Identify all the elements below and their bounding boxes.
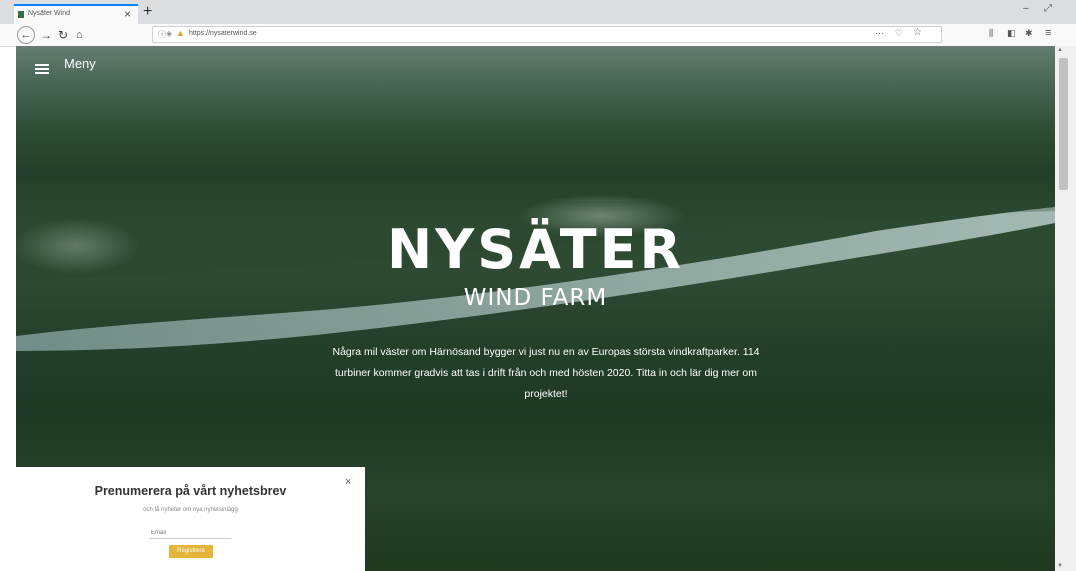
reload-icon[interactable]: ↻ [58, 26, 68, 44]
pocket-icon[interactable]: ♡ [895, 28, 903, 39]
email-input[interactable] [149, 527, 231, 539]
lock-icon[interactable]: ▲ [176, 28, 185, 38]
minimize-icon[interactable]: – [1023, 3, 1029, 14]
browser-tab-bar: Nysäter Wind × + – ⤢ [0, 0, 1076, 24]
logo-subtitle: WIND FARM [463, 285, 608, 311]
maximize-icon[interactable]: ⤢ [1044, 3, 1052, 14]
browser-tab[interactable]: Nysäter Wind × [14, 4, 138, 24]
extension-icon[interactable]: ✱ [1025, 28, 1033, 39]
info-icon[interactable]: ⓘ [158, 29, 166, 40]
url-text[interactable]: https://nysaterwind.se [189, 30, 257, 37]
more-icon[interactable]: ··· [875, 28, 884, 38]
library-icon[interactable]: ⫼ [989, 28, 993, 39]
scroll-down-icon[interactable]: ▼ [1057, 563, 1063, 569]
logo-title: NYSÄTER [386, 218, 685, 281]
forward-arrow-icon[interactable]: → [40, 26, 52, 44]
scrollbar-thumb[interactable] [1059, 58, 1068, 190]
popup-subtitle: och få nyheter om nya nyhetsinlägg [143, 507, 238, 513]
tab-close-icon[interactable]: × [124, 7, 131, 21]
new-tab-button[interactable]: + [143, 0, 152, 24]
tab-title: Nysäter Wind [28, 10, 71, 17]
popup-title: Prenumerera på vårt nyhetsbrev [94, 484, 287, 498]
site-favicon-icon [18, 11, 24, 18]
intro-text: Några mil väster om Härnösand bygger vi … [332, 346, 760, 400]
scroll-up-icon[interactable]: ▲ [1057, 47, 1063, 53]
register-button[interactable]: Registrera [169, 545, 213, 558]
browser-nav-bar: ← → ↻ ⌂ ⓘ ◈ ▲ https://nysaterwind.se ···… [0, 24, 1076, 47]
url-bar[interactable]: ⓘ ◈ ▲ https://nysaterwind.se ··· ♡ ☆ [152, 26, 942, 43]
tracking-shield-icon[interactable]: ◈ [166, 29, 172, 38]
star-icon[interactable]: ☆ [913, 27, 922, 38]
back-arrow-icon: ← [20, 29, 32, 41]
hamburger-menu-icon[interactable]: ≡ [1045, 27, 1051, 39]
home-icon[interactable]: ⌂ [76, 26, 83, 44]
back-button[interactable]: ← [17, 26, 35, 44]
menu-label[interactable]: Meny [64, 56, 96, 71]
menu-hamburger-icon[interactable] [35, 64, 49, 74]
newsletter-popup: × Prenumerera på vårt nyhetsbrev och få … [16, 467, 365, 571]
sidebar-icon[interactable]: ◧ [1007, 28, 1016, 39]
